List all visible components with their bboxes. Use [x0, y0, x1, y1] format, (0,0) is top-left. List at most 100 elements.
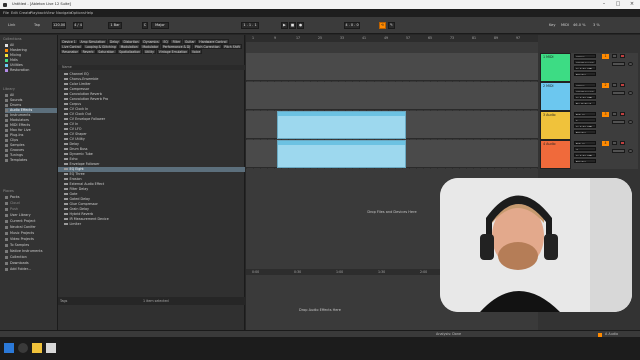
track-name[interactable]: 1 MIDI [540, 53, 571, 82]
draw-mode-button[interactable]: ✎ [388, 22, 395, 29]
midi-map-button[interactable]: MIDI [561, 22, 569, 29]
pan-knob[interactable] [628, 120, 633, 124]
volume-field[interactable] [612, 120, 625, 124]
arm-button[interactable] [620, 141, 625, 145]
track-name[interactable]: 2 MIDI [540, 82, 571, 111]
track-lane-4[interactable] [246, 140, 538, 168]
sidebar-item-cloud[interactable]: Cloud [5, 201, 57, 206]
solo-button[interactable] [612, 112, 617, 116]
volume-field[interactable] [612, 149, 625, 153]
beat-ruler[interactable]: 1 9 17 25 33 41 49 57 65 73 81 89 97 [246, 35, 538, 42]
sidebar-item-push[interactable]: Push [5, 207, 57, 212]
mixer-track-4[interactable]: 4 Audio Ext. In 2 In Auto Off Master 4 [540, 140, 638, 169]
filter-tag[interactable]: Resonator [60, 49, 81, 54]
filter-tag[interactable]: Device 1 [60, 39, 78, 44]
sidebar-item-add-folder[interactable]: Add Folder... [5, 267, 57, 272]
volume-field[interactable] [612, 62, 625, 66]
filter-tag[interactable]: Voice [189, 49, 203, 54]
monitor-selector[interactable]: In Auto Off [574, 124, 596, 129]
sidebar-item-native-instruments[interactable]: Native Instruments [5, 249, 57, 254]
name-column-header[interactable]: Name [58, 65, 245, 70]
audio-clip[interactable] [277, 140, 406, 168]
monitor-selector[interactable]: In Auto Off [574, 95, 596, 100]
arm-button[interactable] [620, 83, 625, 87]
record-button[interactable]: ● [297, 22, 304, 29]
input-type-dropdown[interactable]: Ext. In [574, 141, 596, 146]
monitor-selector[interactable]: In Auto Off [574, 66, 596, 71]
filter-tag[interactable]: Pitch Correction [192, 44, 222, 49]
input-channel-dropdown[interactable]: 1 [574, 118, 596, 123]
scale-dropdown[interactable]: Major [151, 22, 169, 29]
quantize-dropdown[interactable]: 1 Bar [108, 22, 122, 29]
stop-button[interactable]: ■ [289, 22, 296, 29]
menu-view[interactable]: View [46, 9, 55, 17]
filter-tag[interactable]: Distortion [121, 39, 141, 44]
solo-button[interactable] [612, 54, 617, 58]
menu-help[interactable]: Help [85, 9, 93, 17]
sidebar-item-collection[interactable]: Collection [5, 255, 57, 260]
filter-tag[interactable]: Dynamics [141, 39, 161, 44]
input-type-dropdown[interactable]: All Ins [574, 54, 596, 59]
filter-tag[interactable]: Spatialization [116, 49, 143, 54]
input-type-dropdown[interactable]: Ext. In [574, 112, 596, 117]
loop-toggle-button[interactable]: ⟲ [379, 22, 386, 29]
solo-button[interactable] [612, 141, 617, 145]
windows-start-icon[interactable] [4, 343, 14, 353]
monitor-selector[interactable]: In Auto Off [574, 153, 596, 158]
tap-button[interactable]: Tap [34, 22, 40, 29]
output-dropdown[interactable]: Master [574, 72, 596, 77]
explorer-icon[interactable] [32, 343, 42, 353]
sidebar-item-downloads[interactable]: Downloads [5, 261, 57, 266]
tags-label[interactable]: Tags [60, 299, 67, 303]
menu-playback[interactable]: Playback [30, 9, 46, 17]
sidebar-item-neutral-conifer[interactable]: Neutral Conifer [5, 225, 57, 230]
track-name[interactable]: 3 Audio [540, 111, 571, 140]
menu-navigate[interactable]: Navigate [56, 9, 72, 17]
track-lane-2[interactable] [246, 82, 538, 110]
menu-file[interactable]: File [3, 9, 9, 17]
tempo-field[interactable]: 120.00 [52, 22, 66, 29]
audio-clip[interactable] [277, 111, 406, 139]
ableton-taskbar-icon[interactable] [46, 343, 56, 353]
input-type-dropdown[interactable]: All Ins [574, 83, 596, 88]
arm-button[interactable] [620, 54, 625, 58]
key-dropdown[interactable]: C [142, 22, 148, 29]
sidebar-item-video-projects[interactable]: Video Projects [5, 237, 57, 242]
input-channel-dropdown[interactable]: All Channels [574, 89, 596, 94]
filter-tag[interactable]: Filter [170, 39, 183, 44]
filter-tag[interactable]: Amp Simulation [78, 39, 108, 44]
menu-options[interactable]: Options [71, 9, 85, 17]
volume-field[interactable] [612, 91, 625, 95]
filter-tag[interactable]: Modulation [118, 44, 140, 49]
filter-tag[interactable]: Vintage Emulation [156, 49, 190, 54]
track-lane-1[interactable] [246, 53, 538, 81]
track-activator[interactable]: 2 [602, 83, 609, 88]
solo-button[interactable] [612, 83, 617, 87]
filter-tag[interactable]: Hardware Control [197, 39, 229, 44]
output-dropdown[interactable]: Master [574, 159, 596, 164]
play-button[interactable]: ▶ [281, 22, 288, 29]
pan-knob[interactable] [628, 149, 633, 153]
filter-tag[interactable]: Performance & DJ [160, 44, 193, 49]
signature-field[interactable]: 4 / 4 [73, 22, 83, 29]
track-activator[interactable]: 1 [602, 54, 609, 59]
filter-tag[interactable]: Modulator [140, 44, 161, 49]
position-field[interactable]: 1 . 1 . 1 [241, 22, 259, 29]
track-name[interactable]: 4 Audio [540, 140, 571, 169]
track-activator[interactable]: 3 [602, 112, 609, 117]
sidebar-item-packs[interactable]: Packs [5, 195, 57, 200]
clip-header[interactable] [278, 141, 405, 145]
link-button[interactable]: Link [8, 22, 15, 29]
maximize-button[interactable]: □ [611, 0, 625, 9]
browser-item[interactable]: Limiter [58, 222, 245, 227]
sidebar-item-current-project[interactable]: Current Project [5, 219, 57, 224]
input-channel-dropdown[interactable]: 2 [574, 147, 596, 152]
track-lane-3[interactable] [246, 111, 538, 139]
close-button[interactable]: × [625, 0, 639, 9]
track-activator[interactable]: 4 [602, 141, 609, 146]
mixer-track-3[interactable]: 3 Audio Ext. In 1 In Auto Off Master 3 [540, 111, 638, 140]
filter-tag[interactable]: EQ [161, 39, 171, 44]
clip-header[interactable] [278, 112, 405, 116]
pan-knob[interactable] [628, 62, 633, 66]
search-icon[interactable] [18, 343, 28, 353]
